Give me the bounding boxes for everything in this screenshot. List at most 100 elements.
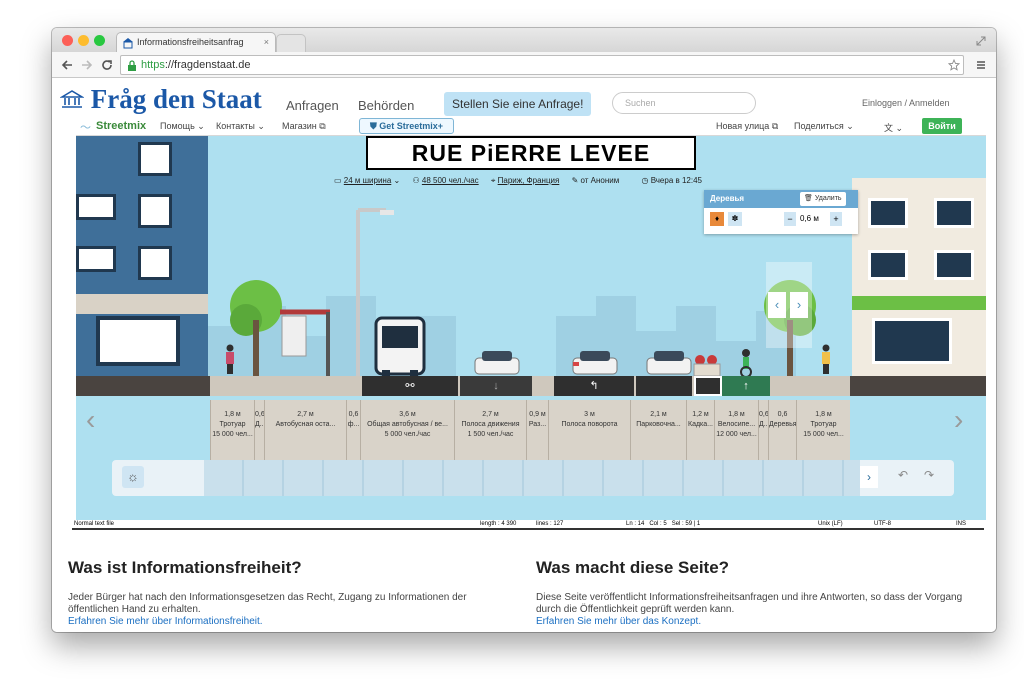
segment-label: Д...	[255, 421, 264, 428]
variant-tree-icon[interactable]: ♦	[710, 212, 724, 226]
reload-icon[interactable]	[100, 58, 114, 72]
streetmix-logo[interactable]: Streetmix	[96, 120, 146, 132]
window	[934, 250, 974, 280]
browser-tab[interactable]: Informationsfreiheitsanfrag ×	[116, 32, 276, 52]
menu-store[interactable]: Магазин	[282, 121, 317, 131]
segment-info[interactable]: 2,7 м Автобусная оста...	[264, 400, 346, 460]
segment-info[interactable]: 3 м Полоса поворота	[548, 400, 630, 460]
scroll-right-arrow-icon[interactable]: ›	[954, 404, 963, 436]
segment-extra: 15 000 чел...	[212, 431, 253, 438]
street-name[interactable]: RUE PiERRE LEVEE	[366, 136, 696, 170]
variant-palm-icon[interactable]: ✽	[728, 212, 742, 226]
building-right	[852, 178, 986, 376]
segment-label: Кадка...	[688, 421, 713, 428]
segment-width: 1,8 м	[728, 411, 745, 418]
window	[138, 194, 172, 228]
minimize-window-button[interactable]	[78, 35, 89, 46]
segment-label: Раз...	[528, 421, 547, 428]
popup-header: Деревья 🗑 Удалить	[704, 190, 858, 208]
login-link[interactable]: Einloggen / Anmelden	[862, 98, 950, 108]
get-streetmix-plus-button[interactable]: ⛊ Get Streetmix+	[359, 118, 455, 134]
author-value: от Аноним	[580, 176, 620, 185]
building-left	[76, 136, 208, 376]
info-right-text: Diese Seite veröffentlicht Informationsf…	[536, 592, 963, 615]
move-left-button[interactable]: ‹	[768, 292, 786, 318]
forward-arrow-icon[interactable]	[80, 58, 94, 72]
segment-info[interactable]: 2,7 м Полоса движения 1 500 чел./час	[454, 400, 526, 460]
browser-window: Informationsfreiheitsanfrag × https://fr…	[52, 28, 996, 632]
menu-new-street[interactable]: Новая улица	[716, 121, 769, 131]
info-left-heading: Was ist Informationsfreiheit?	[68, 558, 302, 577]
width-increase-button[interactable]: +	[830, 212, 842, 226]
segment-info[interactable]: 0,9 м Раз...	[526, 400, 548, 460]
planter-surface	[694, 376, 722, 396]
nav-anfragen[interactable]: Anfragen	[286, 98, 339, 113]
move-right-button[interactable]: ›	[790, 292, 808, 318]
streetmix-embed: ‹ › ⚯ ↓ ↰ ↑ 1,8 м Тротуар 15 000 чел... 0,6…	[76, 116, 986, 520]
segment-info[interactable]: 1,8 м Тротуар 15 000 чел...	[796, 400, 850, 460]
width-decrease-button[interactable]: −	[784, 212, 796, 226]
scroll-left-arrow-icon[interactable]: ‹	[86, 404, 95, 436]
palette-items[interactable]	[204, 460, 860, 496]
car-icon	[646, 351, 692, 375]
new-tab-button[interactable]	[276, 34, 306, 52]
segment-width: 0,6	[255, 411, 264, 418]
site-search-input[interactable]: Suchen	[612, 92, 756, 114]
info-left-link[interactable]: Erfahren Sie mehr über Informationsfreih…	[68, 616, 508, 628]
car-icon	[572, 351, 618, 375]
segment-info[interactable]: 0,6 ф...	[346, 400, 360, 460]
segment-extra: 1 500 чел./час	[467, 431, 514, 438]
city-skyline	[196, 296, 796, 376]
sun-icon[interactable]: ☼	[122, 466, 144, 488]
menu-help[interactable]: Помощь	[160, 121, 195, 131]
segment-extra: 15 000 чел...	[803, 431, 844, 438]
make-request-button[interactable]: Stellen Sie eine Anfrage!	[444, 92, 592, 116]
segment-label: ф...	[347, 421, 360, 428]
segment-width: 0,6	[777, 411, 788, 418]
bus-icon	[374, 316, 426, 378]
segment-info[interactable]: 1,2 м Кадка...	[686, 400, 714, 460]
segment-info[interactable]: 2,1 м Парковочна...	[630, 400, 686, 460]
pedestrian-icon	[822, 344, 830, 374]
menu-share[interactable]: Поделиться	[794, 121, 844, 131]
awning	[852, 296, 986, 310]
street-width-control[interactable]: ▭ 24 м ширина ⌄	[334, 176, 400, 185]
browser-menu-icon[interactable]	[976, 60, 986, 70]
bus-lane-surface: ⚯	[362, 376, 458, 396]
segment-width: 2,7 м	[297, 411, 314, 418]
segment-info[interactable]: 3,6 м Общая автобусная / ве... 5 000 чел./…	[360, 400, 454, 460]
storefront-window	[96, 316, 180, 366]
address-bar[interactable]: https://fragdenstaat.de	[120, 55, 964, 75]
translate-icon[interactable]: 文 ⌄	[884, 121, 903, 134]
back-arrow-icon[interactable]	[60, 58, 74, 72]
awning	[76, 294, 208, 314]
undo-icon[interactable]: ↶	[898, 468, 908, 482]
delete-segment-button[interactable]: 🗑 Удалить	[800, 192, 846, 206]
segment-info[interactable]: 0,6 Д...	[254, 400, 264, 460]
segment-label: Полоса движения	[461, 421, 520, 428]
segment-hover-overlay[interactable]: ‹ ›	[766, 262, 812, 348]
bookmark-star-icon[interactable]	[948, 59, 960, 71]
street-location[interactable]: ⌖ Париж, Франция	[491, 176, 559, 185]
site-logo[interactable]: Fråg den Staat	[59, 84, 262, 115]
capacity-value: 48 500 чел./час	[421, 176, 479, 185]
segment-info[interactable]: 1,8 м Велосипе... 12 000 чел...	[714, 400, 758, 460]
segment-info[interactable]: 0,6 Деревья	[768, 400, 796, 460]
zoom-window-button[interactable]	[94, 35, 105, 46]
info-left-text: Jeder Bürger hat nach den Informationsge…	[68, 592, 467, 615]
redo-icon[interactable]: ↷	[924, 468, 934, 482]
nav-behoerden[interactable]: Behörden	[358, 98, 414, 113]
segment-info[interactable]: 1,8 м Тротуар 15 000 чел...	[210, 400, 254, 460]
sign-in-button[interactable]: Войти	[922, 118, 962, 134]
menu-contacts[interactable]: Контакты	[216, 121, 255, 131]
tab-close-icon[interactable]: ×	[264, 33, 269, 52]
segment-width-value[interactable]: 0,6 м	[800, 214, 819, 223]
browser-toolbar: https://fragdenstaat.de	[52, 52, 996, 78]
close-window-button[interactable]	[62, 35, 73, 46]
palette-next-button[interactable]: ›	[860, 466, 878, 488]
segment-width: 0,9 м	[529, 411, 546, 418]
info-right-link[interactable]: Erfahren Sie mehr über das Konzept.	[536, 616, 976, 628]
segment-info[interactable]: 0,6 Д...	[758, 400, 768, 460]
fullscreen-icon[interactable]	[976, 36, 986, 46]
segment-popup: Деревья 🗑 Удалить ♦ ✽ − 0,6 м +	[704, 190, 858, 234]
